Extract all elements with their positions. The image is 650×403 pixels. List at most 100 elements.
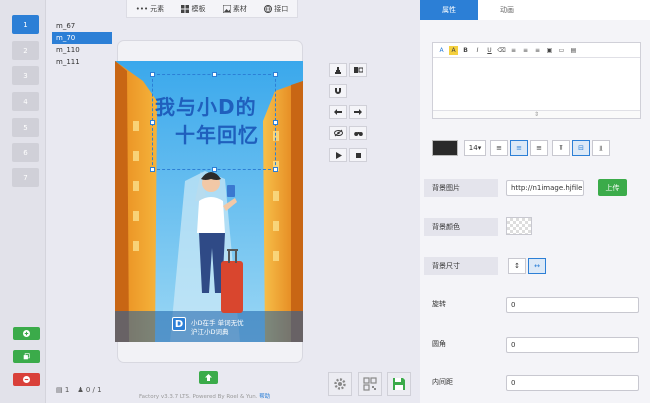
page-thumb-2[interactable]: 2 xyxy=(12,41,39,60)
source-icon[interactable]: ▤ xyxy=(569,46,578,55)
bg-color-label: 背景颜色 xyxy=(424,218,498,236)
valign-bottom-icon: ⫫ xyxy=(599,143,603,152)
bring-front-button[interactable] xyxy=(349,63,367,77)
padding-row: 内间距 0 xyxy=(420,370,650,400)
resize-handle[interactable] xyxy=(150,167,155,172)
qrcode-icon xyxy=(363,377,377,391)
bg-image-row: 背景图片 http://n1image.hjfile 上传 xyxy=(420,176,650,206)
bold-icon[interactable]: B xyxy=(461,46,470,55)
image-insert-icon[interactable]: ▣ xyxy=(545,46,554,55)
settings-button[interactable] xyxy=(328,372,352,396)
valign-middle-icon: ⊟ xyxy=(578,144,584,152)
tab-animation[interactable]: 动画 xyxy=(478,0,536,20)
footer: Factory v3.3.7 LTS. Powered By Roel & Yu… xyxy=(139,394,271,400)
align-center-icon[interactable]: ≡ xyxy=(521,46,530,55)
arrows-horizontal-icon: ↔ xyxy=(534,262,540,270)
bg-size-vertical-button[interactable]: ↕ xyxy=(508,258,526,274)
align-right-icon[interactable]: ≡ xyxy=(533,46,542,55)
page-thumb-4[interactable]: 4 xyxy=(12,92,39,111)
undo-button[interactable] xyxy=(329,105,347,119)
add-page-button[interactable] xyxy=(13,327,40,340)
delete-page-button[interactable] xyxy=(13,373,40,386)
upload-button[interactable]: 上传 xyxy=(598,179,627,196)
page-thumb-5[interactable]: 5 xyxy=(12,118,39,137)
resize-handle[interactable] xyxy=(212,72,217,77)
text-color-swatch[interactable] xyxy=(432,140,458,156)
binoculars-icon xyxy=(353,129,363,137)
preview-button[interactable] xyxy=(349,126,367,140)
stamp-button[interactable] xyxy=(329,63,347,77)
grid-icon xyxy=(181,4,190,13)
rich-text-editor[interactable]: A A B I U ⌫ ≡ ≡ ≡ ▣ ▭ ▤ ⇕ xyxy=(432,42,641,119)
rotate-input[interactable]: 0 xyxy=(506,297,639,313)
template-tool[interactable]: 模板 xyxy=(181,4,205,14)
layer-item[interactable]: m_70 xyxy=(52,32,112,44)
stop-icon xyxy=(355,152,362,159)
valign-middle-button[interactable]: ⊟ xyxy=(572,140,590,156)
layer-item[interactable]: m_67 xyxy=(52,20,112,32)
font-color-icon[interactable]: A xyxy=(437,46,446,55)
user-icon: ♟ xyxy=(77,386,84,394)
align-center-button[interactable]: ≡ xyxy=(510,140,528,156)
page-thumb-3[interactable]: 3 xyxy=(12,66,39,85)
valign-bottom-button[interactable]: ⫫ xyxy=(592,140,610,156)
highlight-icon[interactable]: A xyxy=(449,45,458,55)
copy-icon xyxy=(23,353,30,360)
plus-icon xyxy=(23,330,30,337)
align-left-button[interactable]: ≡ xyxy=(490,140,508,156)
property-panel: 属性 动画 A A B I U ⌫ ≡ ≡ ≡ ▣ ▭ ▤ ⇕ 14▾ ≡ ≡ xyxy=(420,0,650,403)
bg-image-url-input[interactable]: http://n1image.hjfile xyxy=(506,180,584,196)
bg-size-horizontal-button[interactable]: ↔ xyxy=(528,258,546,274)
padding-label: 内间距 xyxy=(432,378,453,386)
divider-icon[interactable]: ▭ xyxy=(557,46,566,55)
qrcode-button[interactable] xyxy=(358,372,382,396)
bg-image-label: 背景图片 xyxy=(424,179,498,197)
help-link[interactable]: 帮助 xyxy=(259,394,270,400)
selection-box[interactable] xyxy=(150,72,278,172)
underline-icon[interactable]: U xyxy=(485,46,494,55)
magnet-icon xyxy=(334,87,342,95)
valign-top-icon: ⫪ xyxy=(559,143,563,152)
layer-item[interactable]: m_111 xyxy=(52,56,112,68)
align-left-icon[interactable]: ≡ xyxy=(509,46,518,55)
material-tool[interactable]: 素材 xyxy=(222,4,247,14)
image-icon xyxy=(222,4,231,13)
page-list: 1 2 3 4 5 6 7 xyxy=(0,0,46,403)
resize-handle[interactable] xyxy=(212,167,217,172)
resize-handle[interactable] xyxy=(273,72,278,77)
app-root: 1 2 3 4 5 6 7 m_67 m_70 m_110 m_111 ••• 元… xyxy=(0,0,650,403)
resize-handle[interactable] xyxy=(273,120,278,125)
resize-handle[interactable] xyxy=(273,167,278,172)
align-right-button[interactable]: ≡ xyxy=(530,140,548,156)
interface-tool[interactable]: 接口 xyxy=(264,4,288,14)
stop-button[interactable] xyxy=(349,148,367,162)
magnet-button[interactable] xyxy=(329,84,347,98)
elements-tool[interactable]: ••• 元素 xyxy=(136,4,164,14)
page-thumb-1[interactable]: 1 xyxy=(12,15,39,34)
font-size-select[interactable]: 14 ▾ xyxy=(464,140,486,156)
rotate-row: 旋转 0 xyxy=(420,292,650,322)
save-button[interactable] xyxy=(387,372,411,396)
redo-button[interactable] xyxy=(349,105,367,119)
stamp-icon xyxy=(334,66,342,74)
resize-handle[interactable] xyxy=(150,120,155,125)
padding-input[interactable]: 0 xyxy=(506,375,639,391)
undo-icon xyxy=(334,108,342,116)
valign-top-button[interactable]: ⫪ xyxy=(552,140,570,156)
editor-resize-handle[interactable]: ⇕ xyxy=(433,110,640,118)
radius-input[interactable]: 0 xyxy=(506,337,639,353)
brand-logo: D xyxy=(172,317,186,331)
resize-handle[interactable] xyxy=(150,72,155,77)
upload-page-button[interactable] xyxy=(199,371,218,384)
italic-icon[interactable]: I xyxy=(473,46,482,55)
clear-format-icon[interactable]: ⌫ xyxy=(497,46,506,55)
tab-properties[interactable]: 属性 xyxy=(420,0,478,20)
page-thumb-7[interactable]: 7 xyxy=(12,168,39,187)
copy-page-button[interactable] xyxy=(13,350,40,363)
page-thumb-6[interactable]: 6 xyxy=(12,143,39,162)
layer-item[interactable]: m_110 xyxy=(52,44,112,56)
play-button[interactable] xyxy=(329,148,347,162)
hide-button[interactable] xyxy=(329,126,347,140)
bg-color-swatch[interactable] xyxy=(506,217,532,235)
top-toolbar: ••• 元素 模板 素材 接口 xyxy=(126,0,298,18)
